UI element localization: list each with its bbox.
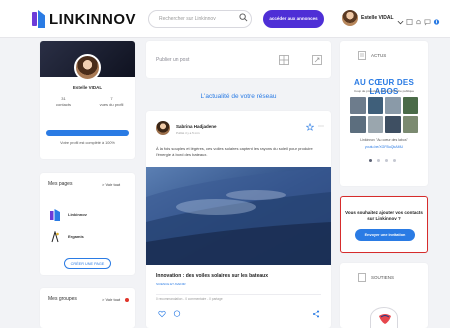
post-author-name[interactable]: Sabrina Hadjadene (176, 124, 217, 129)
profile-avatar[interactable] (74, 54, 101, 81)
profile-name[interactable]: Estelle VIDAL (40, 85, 135, 90)
carousel-dot[interactable] (369, 159, 372, 162)
actus-header: ACTUS (350, 51, 420, 61)
chevron-down-icon[interactable] (397, 13, 404, 25)
search-input[interactable]: Rechercher sur Linkinnov (148, 10, 252, 28)
post-divider (156, 294, 321, 295)
post-author-avatar[interactable] (156, 121, 170, 135)
contacts-label: contacts (56, 101, 71, 107)
page-item-linkinnov[interactable]: Linkinnov (68, 212, 87, 217)
feed-post: Sabrina Hadjadene Publié il y a 5 min ⋯ … (146, 111, 331, 328)
news-icon (358, 51, 366, 60)
carousel-dot[interactable] (385, 159, 388, 162)
top-header: LINKINNOV Rechercher sur Linkinnov accéd… (0, 0, 450, 38)
post-image[interactable] (146, 167, 331, 265)
header-icons (397, 13, 440, 26)
comment-icon[interactable] (173, 310, 181, 318)
my-groups-card: Mes groupes > Voir tout (40, 288, 135, 328)
profile-progress-fill (46, 130, 129, 136)
france-logo[interactable] (370, 307, 398, 328)
profile-card: Estelle VIDAL 31 contacts 7 vues du prof… (40, 41, 135, 159)
actus-caption: Linkinnov "Au cœur des labos" (360, 138, 408, 142)
create-page-button[interactable]: CRÉER UNE PAGE (64, 258, 111, 269)
actus-title: ACTUS (371, 53, 387, 58)
notification-dot (125, 298, 129, 302)
profile-views-stat[interactable]: 7 vues du profil (88, 96, 135, 107)
feed-heading: L'actualité de votre réseau (200, 93, 277, 100)
invite-text: Vous souhaitez ajouter vos contacts sur … (345, 210, 423, 222)
profile-progress-bar (46, 130, 129, 136)
france-logo-mark (379, 314, 391, 324)
linkinnov-logo[interactable]: LINKINNOV (32, 9, 136, 29)
heart-icon[interactable] (158, 310, 166, 318)
bell-icon[interactable] (415, 13, 422, 25)
views-label: vues du profil (99, 101, 124, 107)
post-stats: 0 recommandation - 0 commentaire - 0 par… (156, 297, 223, 301)
post-meta: Publié il y a 5 min (176, 131, 200, 135)
support-icon (358, 273, 366, 282)
actus-card: ACTUS AU CŒUR DES LABOS Coup de projecte… (340, 41, 428, 186)
actus-photo-collage[interactable] (350, 97, 418, 133)
post-source: SCIENCE ET AVENIR (156, 282, 186, 286)
composer-placeholder[interactable]: Publier un post (156, 57, 189, 63)
more-options-icon[interactable]: ⋯ (318, 123, 324, 130)
my-pages-see-all[interactable]: > Voir tout (102, 182, 120, 187)
my-pages-card: Mes pages > Voir tout Linkinnov Ergamis … (40, 173, 135, 275)
user-avatar[interactable] (342, 10, 358, 26)
send-invitation-button[interactable]: Envoyer une invitation (355, 229, 415, 241)
actus-magazine-title[interactable]: AU CŒUR DES LABOS (340, 78, 428, 96)
linkinnov-page-icon (50, 209, 60, 221)
invite-card: Vous souhaitez ajouter vos contacts sur … (340, 196, 428, 253)
ergamis-page-icon (51, 231, 59, 243)
link-icon[interactable] (312, 55, 322, 65)
post-composer[interactable]: Publier un post (146, 41, 331, 78)
profile-completion-text: Votre profil est complété à 100% (60, 141, 115, 145)
my-groups-see-all[interactable]: > Voir tout (102, 297, 120, 302)
carousel-dot[interactable] (393, 159, 396, 162)
star-icon[interactable] (306, 123, 314, 131)
post-title[interactable]: Innovation : des voiles solaires sur les… (156, 273, 268, 279)
network-icon[interactable] (406, 13, 413, 25)
help-icon[interactable] (433, 13, 440, 25)
chat-icon[interactable] (424, 13, 431, 26)
page-item-ergamis[interactable]: Ergamis (68, 234, 84, 239)
actus-video-link[interactable]: youtu.be/XGFBuQkAMU (340, 145, 428, 149)
share-icon[interactable] (312, 310, 320, 318)
carousel-dots[interactable] (369, 159, 396, 162)
search-icon[interactable] (239, 13, 248, 22)
soutiens-card: SOUTIENS (340, 263, 428, 328)
logo-text: LINKINNOV (49, 10, 136, 28)
post-text: À la fois souples et légères, ces voiles… (156, 146, 313, 157)
post-actions (156, 310, 321, 320)
announcements-button[interactable]: accéder aux annonces (263, 10, 324, 28)
my-groups-title: Mes groupes (48, 296, 77, 302)
logo-mark-icon (32, 10, 46, 28)
soutiens-title: SOUTIENS (371, 275, 395, 280)
carousel-dot[interactable] (377, 159, 380, 162)
my-pages-title: Mes pages (48, 181, 73, 187)
solar-sail-illustration (146, 167, 331, 265)
actus-magazine-subtitle: Coup de projecteur sur la recherche publ… (353, 89, 415, 93)
user-name[interactable]: Estelle VIDAL (361, 15, 394, 21)
image-icon[interactable] (279, 55, 289, 65)
contacts-stat[interactable]: 31 contacts (40, 96, 87, 107)
